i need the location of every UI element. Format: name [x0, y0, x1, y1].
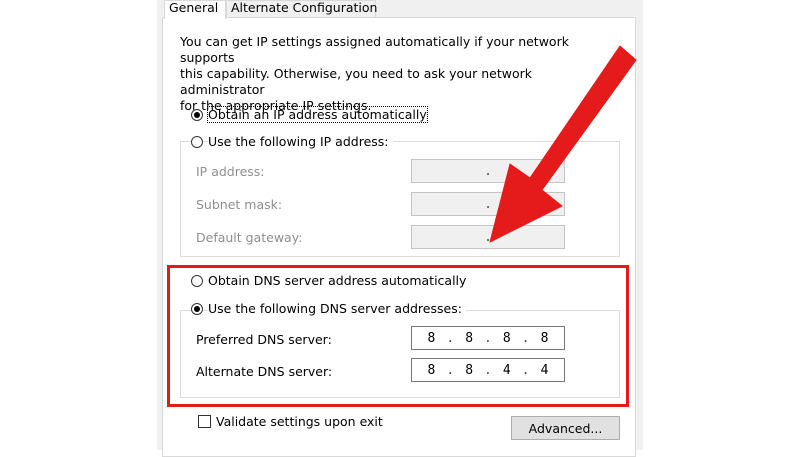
tab-alternate-configuration[interactable]: Alternate Configuration	[226, 0, 378, 18]
red-arrow-icon	[489, 45, 637, 243]
tab-general-label: General	[169, 0, 219, 15]
default-gateway-label: Default gateway:	[196, 230, 303, 245]
radio-ip-auto-label[interactable]: Obtain an IP address automatically	[207, 106, 428, 123]
validate-checkbox[interactable]	[198, 415, 211, 428]
radio-ip-manual-label[interactable]: Use the following IP address:	[208, 134, 393, 149]
ip-address-label: IP address:	[196, 164, 265, 179]
radio-ip-manual[interactable]	[191, 136, 203, 148]
radio-ip-auto[interactable]	[191, 109, 203, 121]
left-margin	[0, 0, 157, 450]
advanced-button-label: Advanced...	[528, 420, 603, 436]
tab-alternate-configuration-label: Alternate Configuration	[231, 0, 378, 15]
validate-checkbox-label[interactable]: Validate settings upon exit	[216, 414, 383, 429]
annotation-highlight-box	[167, 265, 629, 407]
advanced-button[interactable]: Advanced...	[511, 416, 620, 440]
right-margin	[643, 0, 800, 450]
subnet-mask-label: Subnet mask:	[196, 197, 283, 212]
tab-general[interactable]: General	[164, 0, 226, 19]
